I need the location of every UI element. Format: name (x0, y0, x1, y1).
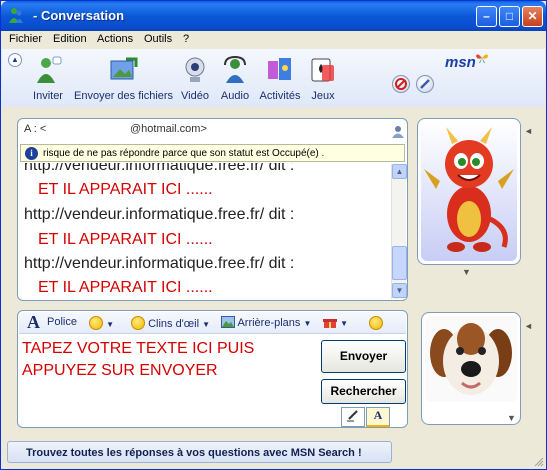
gift-icon (323, 319, 337, 328)
conversation-window: - Conversation – □ ✕ Fichier Edition Act… (0, 0, 547, 470)
pencil-icon (420, 79, 430, 89)
smiley-icon (89, 316, 103, 330)
msn-search-banner[interactable]: Trouvez toutes les réponses à vos questi… (7, 441, 392, 463)
nudge-button[interactable] (369, 316, 383, 330)
resize-grip-icon[interactable] (533, 456, 544, 467)
video-icon (185, 57, 205, 82)
toolbar-video[interactable]: Vidéo (178, 55, 212, 102)
activities-icon (268, 58, 291, 80)
close-button[interactable]: ✕ (522, 6, 543, 27)
toolbar-audio[interactable]: Audio (218, 55, 252, 102)
toolbar-collapse-button[interactable]: ▲ (8, 53, 22, 67)
send-files-icon (110, 57, 138, 80)
search-button[interactable]: Rechercher (321, 379, 406, 404)
message-body: ET IL APPARAIT ICI ...... (38, 279, 213, 296)
wink-icon (131, 316, 145, 330)
scroll-down-button[interactable]: ▼ (392, 283, 407, 298)
msn-logo: msn (445, 54, 476, 71)
menu-outils[interactable]: Outils (144, 33, 172, 45)
menu-fichier[interactable]: Fichier (9, 33, 42, 45)
emoticons-button[interactable]: ▼ (89, 316, 114, 330)
conversation-panel: A : < @hotmail.com> i risque de ne pas r… (17, 118, 408, 301)
recipient-address: @hotmail.com> (130, 123, 207, 135)
format-toolbar: A Police ▼ Clins d'œil ▼ Arrière-plans ▼… (19, 312, 406, 334)
contact-display-picture[interactable] (417, 118, 521, 265)
recipient-row: A : < @hotmail.com> (24, 123, 404, 139)
text-tab[interactable]: A (366, 407, 390, 427)
message-input[interactable]: TAPEZ VOTRE TEXTE ICI PUIS APPUYEZ SUR E… (22, 338, 312, 382)
recipient-masked (59, 125, 129, 135)
dragon-avatar-icon (421, 122, 517, 261)
dog-avatar-icon (425, 316, 517, 402)
toolbar-games[interactable]: Jeux (306, 55, 340, 102)
message-body: ET IL APPARAIT ICI ...... (38, 181, 213, 198)
expand-my-picture-icon[interactable]: ◄ (524, 321, 533, 335)
banner-text: Trouvez toutes les réponses à vos questi… (26, 447, 362, 459)
message-sender: http://vendeur.informatique.free.fr/ dit… (24, 255, 295, 272)
font-button[interactable]: Police (47, 316, 77, 328)
toolbar: ▲ Inviter Envoyer des fichiers Vidéo Aud… (2, 49, 545, 107)
msn-buddy-icon (9, 8, 23, 23)
nudge-icon (369, 316, 383, 330)
menu-actions[interactable]: Actions (97, 33, 133, 45)
message-sender: http://vendeur.informatique.free.fr/ dit… (24, 163, 295, 174)
input-mode-tabs: A (341, 407, 407, 427)
toolbar-activities[interactable]: Activités (258, 55, 302, 102)
my-picture-menu-icon[interactable]: ▼ (507, 413, 516, 427)
toolbar-send-files[interactable]: Envoyer des fichiers (74, 55, 173, 102)
window-title: - Conversation (33, 8, 125, 23)
font-icon: A (27, 312, 40, 332)
status-notice: i risque de ne pas répondre parce que so… (20, 144, 405, 162)
status-notice-text: risque de ne pas répondre parce que son … (43, 148, 325, 159)
backgrounds-button[interactable]: Arrière-plans ▼ (221, 316, 311, 329)
compose-panel: A Police ▼ Clins d'œil ▼ Arrière-plans ▼… (17, 310, 408, 428)
block-icon (395, 78, 407, 90)
contact-picture-menu-icon[interactable]: ▼ (462, 267, 471, 281)
message-scrollbar[interactable]: ▲ ▼ (391, 164, 407, 299)
games-icon (311, 58, 334, 82)
title-bar[interactable]: - Conversation – □ ✕ (1, 1, 546, 31)
message-sender: http://vendeur.informatique.free.fr/ dit… (24, 206, 295, 223)
send-button[interactable]: Envoyer (321, 340, 406, 373)
menu-edition[interactable]: Edition (53, 33, 87, 45)
winks-button[interactable]: Clins d'œil ▼ (131, 316, 210, 330)
message-history: http://vendeur.informatique.free.fr/ dit… (22, 163, 390, 298)
my-display-picture[interactable] (421, 312, 521, 425)
scroll-up-button[interactable]: ▲ (392, 164, 407, 179)
background-icon (221, 316, 235, 328)
msn-butterfly-icon (476, 54, 488, 64)
invite-icon (37, 56, 62, 83)
minimize-button[interactable]: – (476, 6, 497, 27)
scroll-thumb[interactable] (392, 246, 407, 280)
expand-contact-picture-icon[interactable]: ◄ (524, 126, 533, 140)
info-icon: i (25, 147, 38, 160)
recipient-label: A : < (24, 123, 47, 135)
customize-button[interactable] (416, 75, 434, 93)
message-body: ET IL APPARAIT ICI ...... (38, 231, 213, 248)
toolbar-invite[interactable]: Inviter (30, 55, 66, 102)
block-contact-button[interactable] (392, 75, 410, 93)
contact-card-icon[interactable] (390, 124, 406, 138)
gifts-button[interactable]: ▼ (323, 316, 348, 329)
audio-icon (224, 55, 246, 83)
menu-help[interactable]: ? (183, 33, 189, 45)
handwriting-tab[interactable] (341, 407, 365, 427)
maximize-button[interactable]: □ (499, 6, 520, 27)
menu-bar: Fichier Edition Actions Outils ? (1, 31, 546, 49)
handwriting-icon (347, 410, 358, 422)
